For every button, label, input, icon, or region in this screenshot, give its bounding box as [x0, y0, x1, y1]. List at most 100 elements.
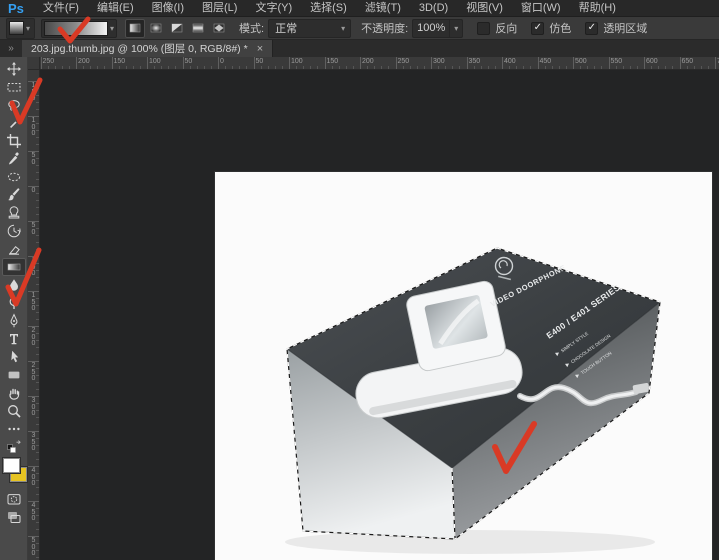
- box-shadow: [285, 530, 655, 554]
- chevron-down-icon: ▾: [339, 24, 347, 33]
- checkbox-transparency[interactable]: ✓透明区域: [585, 20, 647, 36]
- quick-mask-button[interactable]: [2, 490, 26, 508]
- dodge-tool[interactable]: [2, 294, 26, 312]
- ruler-label: 0: [220, 58, 224, 65]
- ruler-minor-tick: [637, 66, 638, 69]
- menu-item[interactable]: 视图(V): [457, 0, 512, 17]
- ruler-minor-tick: [36, 438, 39, 439]
- ruler-major-tick: [183, 57, 184, 69]
- ruler-minor-tick: [36, 389, 39, 390]
- ruler-label: 50: [185, 58, 193, 65]
- ruler-minor-tick: [36, 214, 39, 215]
- blur-tool[interactable]: [2, 276, 26, 294]
- ruler-major-tick: [680, 57, 681, 69]
- document-tab[interactable]: 203.jpg.thumb.jpg @ 100% (图层 0, RGB/8#) …: [22, 40, 273, 57]
- tab-overflow-button[interactable]: »: [0, 40, 22, 57]
- rectangle-tool[interactable]: [2, 366, 26, 384]
- type-tool[interactable]: [2, 330, 26, 348]
- ruler-label: 2 5 0: [28, 363, 39, 383]
- move-tool[interactable]: [2, 60, 26, 78]
- patch-tool[interactable]: [2, 168, 26, 186]
- zoom-tool[interactable]: [2, 402, 26, 420]
- eyedropper-tool[interactable]: [2, 150, 26, 168]
- foreground-color-swatch[interactable]: [3, 458, 20, 473]
- document-canvas[interactable]: VIDEO DOORPHONE E400 / E401 SERIES SIMPL…: [215, 172, 712, 560]
- history-brush-tool[interactable]: [2, 222, 26, 240]
- gradient-type-buttons: [125, 19, 229, 38]
- ruler-minor-tick: [672, 66, 673, 69]
- ruler-minor-tick: [55, 66, 56, 69]
- gradient-tool[interactable]: [2, 258, 26, 276]
- blend-mode-select[interactable]: 正常 ▾: [268, 19, 351, 38]
- canvas-pasteboard: VIDEO DOORPHONE E400 / E401 SERIES SIMPL…: [40, 70, 719, 560]
- ruler-minor-tick: [658, 66, 659, 69]
- opacity-input[interactable]: 100%: [412, 19, 450, 38]
- menu-item[interactable]: 文件(F): [34, 0, 88, 17]
- checkbox-reverse[interactable]: 反向: [477, 20, 517, 36]
- rectangular-marquee-tool[interactable]: [2, 78, 26, 96]
- photoshop-logo: Ps: [0, 0, 34, 17]
- diamond-gradient-button[interactable]: [209, 19, 229, 38]
- menu-item[interactable]: 文字(Y): [246, 0, 301, 17]
- reflected-gradient-button[interactable]: [188, 19, 208, 38]
- menu-item[interactable]: 窗口(W): [512, 0, 570, 17]
- ruler-label: 1 5 0: [28, 83, 39, 103]
- ruler-corner: [28, 57, 40, 70]
- ruler-major-tick: [573, 57, 574, 69]
- ruler-minor-tick: [353, 66, 354, 69]
- ruler-minor-tick: [36, 130, 39, 131]
- hand-tool[interactable]: [2, 384, 26, 402]
- menu-item[interactable]: 3D(D): [410, 0, 457, 17]
- ruler-minor-tick: [204, 66, 205, 69]
- menu-item[interactable]: 编辑(E): [88, 0, 143, 17]
- ruler-minor-tick: [36, 340, 39, 341]
- gradient-preset-picker[interactable]: ▾: [6, 18, 35, 39]
- menu-item[interactable]: 滤镜(T): [356, 0, 410, 17]
- ruler-minor-tick: [154, 66, 155, 69]
- radial-gradient-button[interactable]: [146, 19, 166, 38]
- crop-tool[interactable]: [2, 132, 26, 150]
- path-selection-tool[interactable]: [2, 348, 26, 366]
- ruler-label: 1 0 0: [28, 258, 39, 278]
- checkbox-unchecked-icon[interactable]: [477, 22, 490, 35]
- ruler-minor-tick: [36, 354, 39, 355]
- ruler-label: 4 0 0: [28, 468, 39, 488]
- checkbox-checked-icon[interactable]: ✓: [531, 22, 544, 35]
- screen-mode-button[interactable]: [2, 508, 26, 526]
- clone-stamp-tool[interactable]: [2, 204, 26, 222]
- menu-item[interactable]: 图层(L): [193, 0, 246, 17]
- eraser-tool[interactable]: [2, 240, 26, 258]
- ruler-minor-tick: [587, 66, 588, 69]
- checkbox-dither[interactable]: ✓仿色: [531, 20, 571, 36]
- edit-toolbar-button[interactable]: [2, 420, 26, 438]
- ruler-minor-tick: [36, 424, 39, 425]
- lasso-tool[interactable]: [2, 96, 26, 114]
- gradient-editor-button[interactable]: ▾: [41, 19, 117, 38]
- pen-tool[interactable]: [2, 312, 26, 330]
- angle-gradient-button[interactable]: [167, 19, 187, 38]
- checkbox-checked-icon[interactable]: ✓: [585, 22, 598, 35]
- opacity-dropdown-button[interactable]: ▾: [450, 19, 463, 38]
- ruler-minor-tick: [36, 102, 39, 103]
- menu-bar: Ps 文件(F)编辑(E)图像(I)图层(L)文字(Y)选择(S)滤镜(T)3D…: [0, 0, 719, 17]
- brush-tool[interactable]: [2, 186, 26, 204]
- ruler-minor-tick: [126, 66, 127, 69]
- menu-item[interactable]: 帮助(H): [570, 0, 625, 17]
- magic-wand-tool[interactable]: [2, 114, 26, 132]
- menu-item[interactable]: 图像(I): [143, 0, 193, 17]
- ruler-minor-tick: [36, 88, 39, 89]
- ruler-minor-tick: [168, 66, 169, 69]
- ruler-minor-tick: [665, 66, 666, 69]
- default-colors-icon[interactable]: [2, 438, 26, 456]
- menu-item[interactable]: 选择(S): [301, 0, 356, 17]
- color-swatches[interactable]: [2, 458, 26, 488]
- ruler-minor-tick: [438, 66, 439, 69]
- tab-close-icon[interactable]: ×: [257, 43, 263, 55]
- linear-gradient-button[interactable]: [125, 19, 145, 38]
- ruler-minor-tick: [36, 473, 39, 474]
- ruler-minor-tick: [175, 66, 176, 69]
- ruler-minor-tick: [48, 66, 49, 69]
- ruler-label: 1 5 0: [28, 293, 39, 313]
- ruler-label: 2 0 0: [28, 328, 39, 348]
- ruler-major-tick: [502, 57, 503, 69]
